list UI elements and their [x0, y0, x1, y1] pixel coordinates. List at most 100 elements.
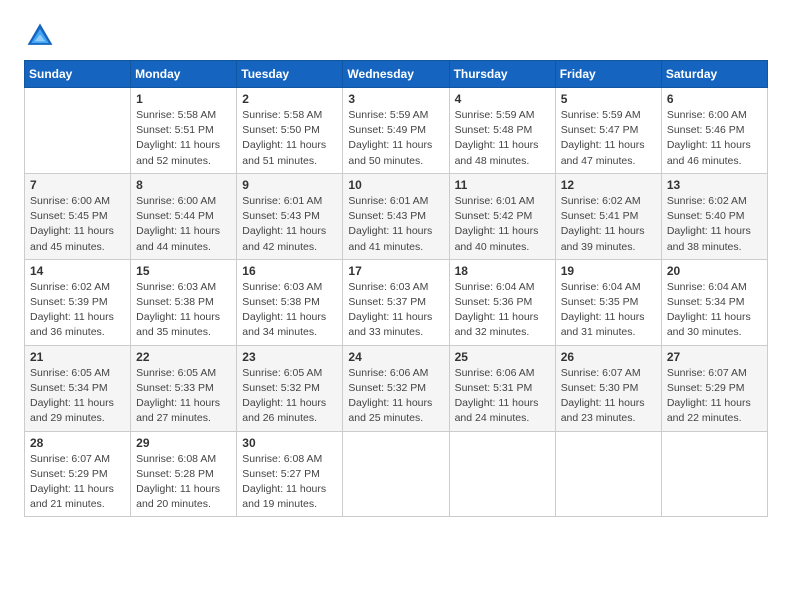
calendar-cell: 20Sunrise: 6:04 AMSunset: 5:34 PMDayligh…: [661, 259, 767, 345]
weekday-header-sunday: Sunday: [25, 61, 131, 88]
calendar-cell: [449, 431, 555, 517]
calendar-cell: 19 Sunrise: 6:04 AMSunset: 5:35 PMDayligh…: [555, 259, 661, 345]
calendar-cell: 15Sunrise: 6:03 AMSunset: 5:38 PMDayligh…: [131, 259, 237, 345]
calendar-cell: 23Sunrise: 6:05 AMSunset: 5:32 PMDayligh…: [237, 345, 343, 431]
calendar-cell: [661, 431, 767, 517]
weekday-header-wednesday: Wednesday: [343, 61, 449, 88]
weekday-header-thursday: Thursday: [449, 61, 555, 88]
day-number: 27: [667, 350, 762, 364]
calendar-week-3: 14 Sunrise: 6:02 AMSunset: 5:39 PMDayligh…: [25, 259, 768, 345]
calendar-week-4: 21 Sunrise: 6:05 AMSunset: 5:34 PMDayligh…: [25, 345, 768, 431]
day-info: Sunrise: 5:58 AMSunset: 5:51 PMDaylight:…: [136, 108, 231, 169]
day-number: 15: [136, 264, 231, 278]
logo-icon: [24, 20, 56, 52]
day-info: Sunrise: 6:04 AMSunset: 5:35 PMDaylight:…: [561, 280, 656, 341]
weekday-header-friday: Friday: [555, 61, 661, 88]
day-info: Sunrise: 6:03 AMSunset: 5:37 PMDaylight:…: [348, 280, 443, 341]
calendar-cell: 29 Sunrise: 6:08 AMSunset: 5:28 PMDayligh…: [131, 431, 237, 517]
calendar-cell: 11 Sunrise: 6:01 AMSunset: 5:42 PMDayligh…: [449, 173, 555, 259]
day-info: Sunrise: 6:04 AMSunset: 5:36 PMDaylight:…: [455, 280, 550, 341]
calendar-cell: 10 Sunrise: 6:01 AMSunset: 5:43 PMDayligh…: [343, 173, 449, 259]
calendar-cell: 1 Sunrise: 5:58 AMSunset: 5:51 PMDaylight…: [131, 88, 237, 174]
calendar-header: SundayMondayTuesdayWednesdayThursdayFrid…: [25, 61, 768, 88]
calendar-body: 1 Sunrise: 5:58 AMSunset: 5:51 PMDaylight…: [25, 88, 768, 517]
day-info: Sunrise: 6:01 AMSunset: 5:43 PMDaylight:…: [348, 194, 443, 255]
day-number: 16: [242, 264, 337, 278]
day-info: Sunrise: 6:02 AMSunset: 5:40 PMDaylight:…: [667, 194, 762, 255]
day-number: 22: [136, 350, 231, 364]
calendar-cell: 12 Sunrise: 6:02 AMSunset: 5:41 PMDayligh…: [555, 173, 661, 259]
weekday-header-tuesday: Tuesday: [237, 61, 343, 88]
day-number: 30: [242, 436, 337, 450]
calendar-cell: 24Sunrise: 6:06 AMSunset: 5:32 PMDayligh…: [343, 345, 449, 431]
calendar-week-2: 7 Sunrise: 6:00 AMSunset: 5:45 PMDaylight…: [25, 173, 768, 259]
calendar-cell: 27 Sunrise: 6:07 AMSunset: 5:29 PMDayligh…: [661, 345, 767, 431]
calendar-cell: 26Sunrise: 6:07 AMSunset: 5:30 PMDayligh…: [555, 345, 661, 431]
calendar-cell: 14 Sunrise: 6:02 AMSunset: 5:39 PMDayligh…: [25, 259, 131, 345]
calendar-cell: 2 Sunrise: 5:58 AMSunset: 5:50 PMDaylight…: [237, 88, 343, 174]
day-info: Sunrise: 6:07 AMSunset: 5:30 PMDaylight:…: [561, 366, 656, 427]
calendar-cell: 4 Sunrise: 5:59 AMSunset: 5:48 PMDaylight…: [449, 88, 555, 174]
day-number: 21: [30, 350, 125, 364]
day-number: 14: [30, 264, 125, 278]
calendar-cell: 18 Sunrise: 6:04 AMSunset: 5:36 PMDayligh…: [449, 259, 555, 345]
calendar-cell: 17 Sunrise: 6:03 AMSunset: 5:37 PMDayligh…: [343, 259, 449, 345]
day-info: Sunrise: 5:59 AMSunset: 5:49 PMDaylight:…: [348, 108, 443, 169]
day-number: 4: [455, 92, 550, 106]
calendar-cell: 16 Sunrise: 6:03 AMSunset: 5:38 PMDayligh…: [237, 259, 343, 345]
day-number: 29: [136, 436, 231, 450]
day-number: 1: [136, 92, 231, 106]
day-number: 28: [30, 436, 125, 450]
day-info: Sunrise: 6:07 AMSunset: 5:29 PMDaylight:…: [667, 366, 762, 427]
calendar-cell: 8 Sunrise: 6:00 AMSunset: 5:44 PMDaylight…: [131, 173, 237, 259]
day-number: 19: [561, 264, 656, 278]
calendar-cell: 28 Sunrise: 6:07 AMSunset: 5:29 PMDayligh…: [25, 431, 131, 517]
day-number: 9: [242, 178, 337, 192]
calendar-cell: [555, 431, 661, 517]
day-number: 13: [667, 178, 762, 192]
logo: [24, 20, 60, 52]
calendar-cell: 3Sunrise: 5:59 AMSunset: 5:49 PMDaylight…: [343, 88, 449, 174]
day-info: Sunrise: 5:58 AMSunset: 5:50 PMDaylight:…: [242, 108, 337, 169]
calendar-cell: 7 Sunrise: 6:00 AMSunset: 5:45 PMDaylight…: [25, 173, 131, 259]
day-number: 2: [242, 92, 337, 106]
day-info: Sunrise: 6:01 AMSunset: 5:42 PMDaylight:…: [455, 194, 550, 255]
day-number: 12: [561, 178, 656, 192]
day-info: Sunrise: 6:05 AMSunset: 5:33 PMDaylight:…: [136, 366, 231, 427]
day-info: Sunrise: 6:00 AMSunset: 5:44 PMDaylight:…: [136, 194, 231, 255]
day-number: 7: [30, 178, 125, 192]
day-info: Sunrise: 6:00 AMSunset: 5:45 PMDaylight:…: [30, 194, 125, 255]
day-info: Sunrise: 6:06 AMSunset: 5:32 PMDaylight:…: [348, 366, 443, 427]
calendar-cell: 30 Sunrise: 6:08 AMSunset: 5:27 PMDayligh…: [237, 431, 343, 517]
calendar-cell: [25, 88, 131, 174]
calendar-cell: 25Sunrise: 6:06 AMSunset: 5:31 PMDayligh…: [449, 345, 555, 431]
day-info: Sunrise: 6:00 AMSunset: 5:46 PMDaylight:…: [667, 108, 762, 169]
calendar-cell: 21 Sunrise: 6:05 AMSunset: 5:34 PMDayligh…: [25, 345, 131, 431]
calendar-cell: 9 Sunrise: 6:01 AMSunset: 5:43 PMDaylight…: [237, 173, 343, 259]
calendar-cell: 22 Sunrise: 6:05 AMSunset: 5:33 PMDayligh…: [131, 345, 237, 431]
calendar-week-1: 1 Sunrise: 5:58 AMSunset: 5:51 PMDaylight…: [25, 88, 768, 174]
calendar-cell: [343, 431, 449, 517]
day-info: Sunrise: 6:03 AMSunset: 5:38 PMDaylight:…: [242, 280, 337, 341]
calendar-cell: 13 Sunrise: 6:02 AMSunset: 5:40 PMDayligh…: [661, 173, 767, 259]
day-number: 6: [667, 92, 762, 106]
day-info: Sunrise: 6:08 AMSunset: 5:27 PMDaylight:…: [242, 452, 337, 513]
day-info: Sunrise: 5:59 AMSunset: 5:48 PMDaylight:…: [455, 108, 550, 169]
day-info: Sunrise: 6:02 AMSunset: 5:41 PMDaylight:…: [561, 194, 656, 255]
calendar-cell: 5Sunrise: 5:59 AMSunset: 5:47 PMDaylight…: [555, 88, 661, 174]
day-info: Sunrise: 6:08 AMSunset: 5:28 PMDaylight:…: [136, 452, 231, 513]
day-number: 25: [455, 350, 550, 364]
calendar-cell: 6 Sunrise: 6:00 AMSunset: 5:46 PMDaylight…: [661, 88, 767, 174]
day-number: 5: [561, 92, 656, 106]
day-number: 18: [455, 264, 550, 278]
day-info: Sunrise: 6:02 AMSunset: 5:39 PMDaylight:…: [30, 280, 125, 341]
day-number: 11: [455, 178, 550, 192]
header: [24, 20, 768, 52]
day-info: Sunrise: 6:05 AMSunset: 5:34 PMDaylight:…: [30, 366, 125, 427]
day-number: 17: [348, 264, 443, 278]
day-number: 10: [348, 178, 443, 192]
day-info: Sunrise: 6:01 AMSunset: 5:43 PMDaylight:…: [242, 194, 337, 255]
day-number: 8: [136, 178, 231, 192]
header-row: SundayMondayTuesdayWednesdayThursdayFrid…: [25, 61, 768, 88]
day-info: Sunrise: 6:07 AMSunset: 5:29 PMDaylight:…: [30, 452, 125, 513]
